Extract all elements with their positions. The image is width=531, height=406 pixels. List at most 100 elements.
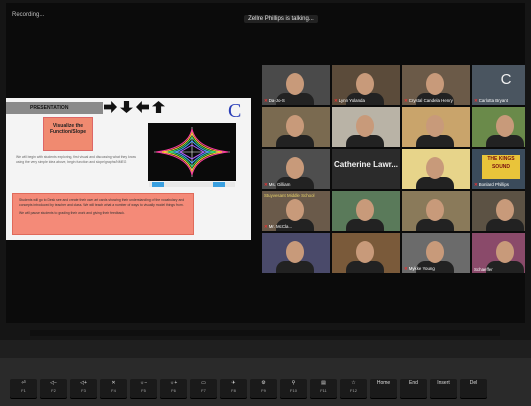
key-label: F7 [201,388,206,393]
key-glyph: ✈ [231,380,236,386]
key-label: F11 [320,388,327,393]
muted-mic-icon: ✕ [474,98,478,103]
keyboard-key[interactable]: Insert [430,379,457,398]
laptop-hinge [30,330,500,336]
keyboard-key[interactable]: ◁+ F3 [70,379,97,398]
keyboard-key[interactable]: ▭ F7 [190,379,217,398]
keyboard-key[interactable]: ✈ F8 [220,379,247,398]
slide-body-text: We will begin with students exploring, f… [16,155,136,164]
active-speaker-banner: Zellre Phillips is talking... [206,15,356,23]
participant-name-large: Catherine Lawr... [333,160,399,169]
participant-tile[interactable] [332,107,400,147]
slope-graph-image [148,123,236,181]
keyboard-key[interactable]: ☼+ F6 [160,379,187,398]
key-glyph: Del [469,380,478,386]
key-glyph: ☼+ [169,380,178,386]
key-glyph: ▭ [201,380,206,386]
participant-name-label: ✕Mykke Young [404,266,435,272]
participant-tile[interactable] [472,191,525,231]
key-label: F2 [51,388,56,393]
participant-face [286,73,304,95]
key-label: F3 [81,388,86,393]
participant-name: Da-Jo-S [268,98,285,103]
participant-initial: C [500,71,512,88]
arrow-up-icon [152,101,165,113]
arrow-down-icon [120,101,133,113]
participant-name: Schaeffer [474,267,493,272]
key-glyph: ☼− [139,380,148,386]
key-glyph: Insert [437,380,450,386]
participant-tile[interactable]: ✕Lynn Yolanda [332,65,400,105]
recording-indicator: Recording... [12,12,45,18]
key-glyph: ◁+ [80,380,87,386]
key-glyph: End [409,380,418,386]
graph-control-left[interactable] [152,182,164,187]
key-label: F6 [171,388,176,393]
keyboard-key[interactable]: ⏎ F1 [10,379,37,398]
participant-face [426,199,444,221]
participant-tile[interactable] [262,233,330,273]
participant-tile[interactable]: Stuyvesant Middle School ✕Mr. McCla... [262,191,330,231]
participant-face [286,157,304,179]
participant-name: Lynn Yolanda [338,98,365,103]
participant-tile[interactable]: ✕Crystal Candela Henry [402,65,470,105]
participant-tile[interactable] [402,191,470,231]
keyboard-deck [0,340,531,358]
key-label: F10 [290,388,297,393]
visual-callout: Visualize the Function/Slope [43,117,93,151]
keyboard-key[interactable]: ⚲ F10 [280,379,307,398]
keyboard-key[interactable]: End [400,379,427,398]
participant-face [286,199,304,221]
participant-face [426,115,444,137]
key-glyph: ☆ [351,380,356,386]
participant-name: Carlotta Bryant [478,98,508,103]
participant-tile[interactable]: THE KINGS SOUND ✕Bonlard Phillips [472,149,525,189]
participant-tile[interactable] [332,233,400,273]
participant-tile[interactable] [262,107,330,147]
participant-tile[interactable] [472,107,525,147]
participant-face [356,241,374,263]
participant-name: Bonlard Phillips [478,182,509,187]
active-speaker-text: Zellre Phillips is talking... [244,15,318,23]
key-glyph: ⚲ [291,380,296,386]
keyboard-key[interactable]: Del [460,379,487,398]
shared-slide: PRESENTATION C Visualize the Function/Sl… [6,98,251,240]
participant-name: Mykke Young [408,266,435,271]
participant-face [426,241,444,263]
participant-tile[interactable]: ✕Ms. Gilliam [262,149,330,189]
participant-name-label: ✕Bonlard Phillips [474,182,509,188]
participant-tile[interactable]: ✕Da-Jo-S [262,65,330,105]
participant-tile[interactable] [402,107,470,147]
keyboard-key[interactable]: ▤ F11 [310,379,337,398]
participant-name-label: ✕Crystal Candela Henry [404,98,453,104]
participant-tile[interactable]: Catherine Lawr... [332,149,400,189]
keyboard-key[interactable]: ✕ F4 [100,379,127,398]
participant-face [496,115,514,137]
graph-control-right[interactable] [213,182,225,187]
key-glyph: ✕ [111,380,116,386]
participant-tile[interactable] [332,191,400,231]
slide-arrow-icons [104,101,169,114]
participant-tile[interactable]: ✕Mykke Young [402,233,470,273]
keyboard-key[interactable]: ☆ F12 [340,379,367,398]
key-label: F9 [261,388,266,393]
participant-name-label: ✕Ms. Gilliam [264,182,290,188]
participant-face [426,73,444,95]
participant-tile[interactable] [402,149,470,189]
key-glyph: ◁− [50,380,57,386]
key-label: F1 [21,388,26,393]
keyboard-key[interactable]: Home [370,379,397,398]
participant-name-label: ✕Lynn Yolanda [334,98,365,104]
keyboard-key[interactable]: ☼− F5 [130,379,157,398]
keyboard-key[interactable]: ◁− F2 [40,379,67,398]
participant-name-label: ✕Da-Jo-S [264,98,285,104]
key-label: F4 [111,388,116,393]
muted-mic-icon: ✕ [264,98,268,103]
keyboard-key[interactable]: ⚙ F9 [250,379,277,398]
participant-tile[interactable]: Schaeffer [472,233,525,273]
muted-mic-icon: ✕ [474,182,478,187]
key-glyph: ⏎ [21,380,26,386]
participant-tile[interactable]: C ✕Carlotta Bryant [472,65,525,105]
key-label: F12 [350,388,357,393]
arrow-left-icon [136,101,149,113]
